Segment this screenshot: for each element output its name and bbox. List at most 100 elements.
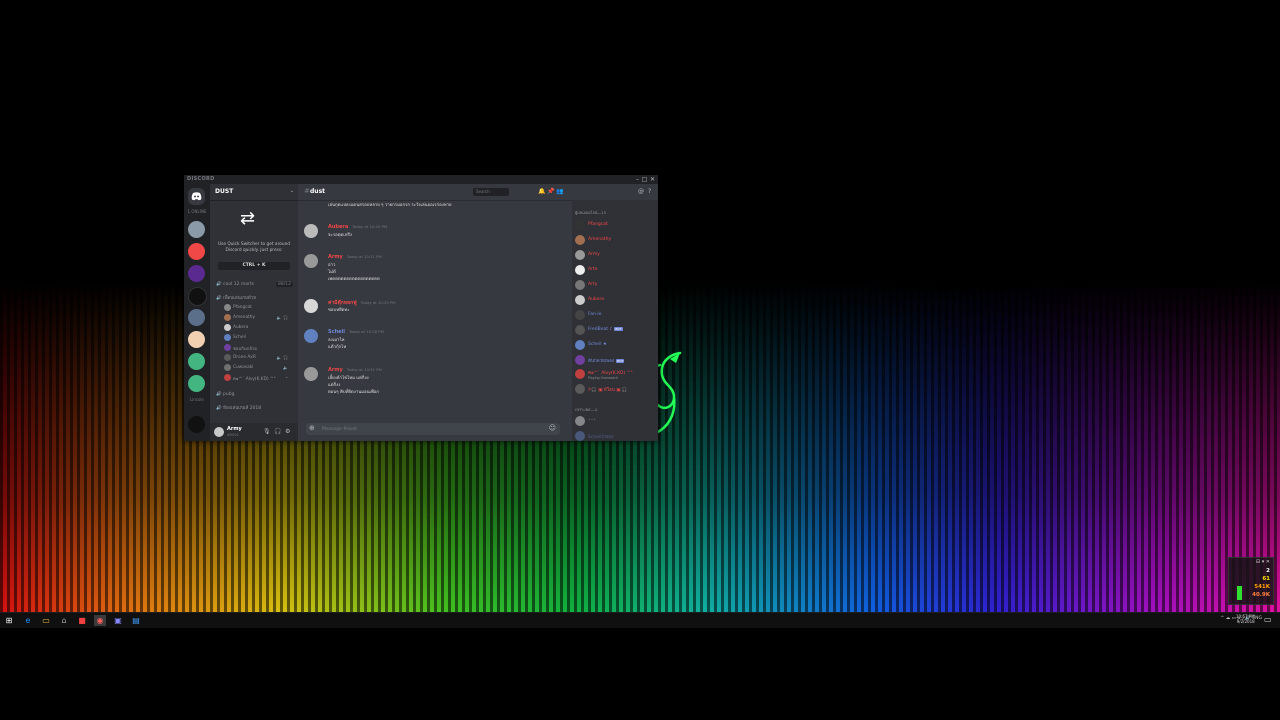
server-header[interactable]: DUST ⌄ xyxy=(210,184,298,201)
server-icon-green-1[interactable] xyxy=(188,353,205,370)
widget-controls[interactable]: ⊟ ▾ ✕ xyxy=(1256,559,1270,565)
user-panel: Army #0001 🎙 🎧 ⚙ xyxy=(210,423,298,441)
clock[interactable]: 10:57 PM 9/2/2018 xyxy=(1236,614,1255,624)
search-input[interactable]: Search xyxy=(473,188,509,196)
perf-value: 541K xyxy=(1254,584,1270,590)
member-item[interactable]: Amenathy xyxy=(575,233,657,247)
settings-gear-icon[interactable]: ⚙ xyxy=(285,428,290,435)
home-button[interactable] xyxy=(188,188,205,205)
headphones-icon[interactable]: 🎧 xyxy=(274,428,281,435)
server-icon-skull[interactable] xyxy=(188,416,205,433)
member-name: FredBeat ♪ BOT xyxy=(588,326,623,332)
avatar[interactable] xyxy=(214,427,224,437)
message-author[interactable]: Army Today at 10:21 PM xyxy=(328,254,382,260)
avatar xyxy=(575,295,585,305)
emoji-icon[interactable]: ☺ xyxy=(549,424,556,432)
voice-user[interactable]: Amenathy 🔈 🎧 xyxy=(224,313,294,322)
voice-user[interactable]: ชอบกินกล้วย xyxy=(224,343,294,352)
message-author[interactable]: Aubera Today at 10:20 PM xyxy=(328,224,387,230)
message-input[interactable]: Message #dust xyxy=(322,427,357,432)
user-tag: #0001 xyxy=(227,433,239,437)
voice-user[interactable]: Cuwasaki 🔈 xyxy=(224,363,294,372)
member-item[interactable]: Scheil(ก่อน) xyxy=(575,429,657,441)
member-item[interactable]: ••• xyxy=(575,414,657,428)
voice-status-icon: 🔈 xyxy=(283,364,288,370)
category-voice-3[interactable]: 🔊 pubg xyxy=(216,392,234,397)
voice-user[interactable]: ค๑^` Alvy(K.KD) ^° • xyxy=(224,373,294,382)
member-list-icon[interactable]: 👥 xyxy=(556,188,563,195)
hash-icon: # xyxy=(304,187,310,195)
member-item[interactable]: Arte xyxy=(575,263,657,277)
close-button[interactable]: ✕ xyxy=(648,175,657,184)
member-item[interactable]: Fan-ie xyxy=(575,308,657,322)
avatar xyxy=(575,265,585,275)
quick-switcher-shortcut: CTRL + K xyxy=(218,262,290,270)
avatar xyxy=(224,304,231,311)
avatar[interactable] xyxy=(304,329,318,343)
member-name: Arty xyxy=(588,281,598,287)
message-author[interactable]: Scheil Today at 10:28 PM xyxy=(328,329,384,335)
start-button-windows-icon[interactable]: ⊞ xyxy=(3,615,15,626)
upload-plus-icon[interactable]: ⊕ xyxy=(309,424,315,432)
voice-user[interactable]: Aubera xyxy=(224,323,294,332)
chat-header: # dust 🔔 📌 👥 xyxy=(298,184,572,201)
member-item[interactable]: Arty xyxy=(575,278,657,292)
author-name: Scheil xyxy=(328,329,345,335)
category-voice-1[interactable]: 🔊 cool 12 marts 88/12 xyxy=(216,282,293,287)
channel-sidebar: DUST ⌄ ⇄ Use Quick Switcher to get aroun… xyxy=(210,184,298,441)
member-item[interactable]: ค๑^` Alvy(K.KD) ^° Playing Overwatch xyxy=(575,367,657,381)
avatar[interactable] xyxy=(304,299,318,313)
member-item[interactable]: ต้นกลวยเพลง BOT xyxy=(575,353,657,367)
server-icon-blue[interactable] xyxy=(188,309,205,326)
member-item[interactable]: FredBeat ♪ BOT xyxy=(575,323,657,337)
voice-user[interactable]: Pfangcat xyxy=(224,303,294,312)
message-text: อ่าว xyxy=(328,263,336,268)
voice-status-icon: 🔈 🎧 xyxy=(276,354,288,360)
perf-value: 61 xyxy=(1262,576,1270,582)
member-item[interactable]: Aubera xyxy=(575,293,657,307)
member-activity: Playing Overwatch xyxy=(588,376,618,380)
mention-icon[interactable]: @ xyxy=(638,188,644,195)
member-item[interactable]: Scheil ★ xyxy=(575,338,657,352)
member-item[interactable]: ℙ🎧 ▣ ห์ใอน ▣ 🎧 xyxy=(575,382,657,396)
voice-user[interactable]: Drone AxR 🔈 🎧 xyxy=(224,353,294,362)
channel-name: dust xyxy=(310,188,326,195)
member-item[interactable]: Army xyxy=(575,248,657,262)
voice-user[interactable]: Scheil xyxy=(224,333,294,342)
server-icon-black[interactable] xyxy=(188,287,207,306)
voice-status-icon: • xyxy=(285,374,288,380)
store-icon[interactable]: ⌂ xyxy=(58,615,70,626)
bell-icon[interactable]: 🔔 xyxy=(538,188,545,195)
discord-task-icon[interactable]: ◉ xyxy=(94,615,106,626)
notification-center-icon[interactable]: ▭ xyxy=(1264,615,1272,624)
microphone-icon[interactable]: 🎙 xyxy=(263,428,271,435)
app-blue-icon[interactable]: ▤ xyxy=(130,615,142,626)
avatar xyxy=(575,325,585,335)
server-icon-anime[interactable] xyxy=(188,331,205,348)
avatar xyxy=(575,340,585,350)
edge-browser-icon[interactable]: e xyxy=(22,615,34,626)
server-icon-green-2[interactable] xyxy=(188,375,205,392)
title-bar: DISCORD – □ ✕ xyxy=(184,175,658,184)
message-composer[interactable]: ⊕ Message #dust ☺ xyxy=(306,423,560,435)
discord-window: DISCORD – □ ✕ 1 ONLINE Lincoln DUST ⌄ ⇄ … xyxy=(184,175,658,441)
message-author[interactable]: Army Today at 10:31 PM xyxy=(328,367,382,373)
server-icon-purple[interactable] xyxy=(188,265,205,282)
help-icon[interactable]: ? xyxy=(648,188,651,195)
server-icon-dust[interactable] xyxy=(188,221,205,238)
category-count: 88/12 xyxy=(276,282,293,287)
avatar[interactable] xyxy=(304,224,318,238)
online-count: 1 ONLINE xyxy=(187,209,207,214)
avatar[interactable] xyxy=(304,254,318,268)
category-voice-4[interactable]: 🔊 ห้องเล่นเกมส์ 2018 xyxy=(216,404,261,411)
avatar[interactable] xyxy=(304,367,318,381)
file-explorer-icon[interactable]: ▭ xyxy=(40,615,52,626)
app-window-icon[interactable]: ▣ xyxy=(112,615,124,626)
app-red-icon[interactable]: ■ xyxy=(76,615,88,626)
voice-user-name: Pfangcat xyxy=(233,304,252,310)
pin-icon[interactable]: 📌 xyxy=(547,188,554,195)
message-text: เพตตตตตตตตตตตตตตตตต xyxy=(328,277,380,282)
category-voice-2[interactable]: 🔊 เพื่อนเล่นเกมด้วย xyxy=(216,294,256,301)
server-icon-red[interactable] xyxy=(188,243,205,260)
member-item[interactable]: Pfangcat xyxy=(575,218,657,232)
